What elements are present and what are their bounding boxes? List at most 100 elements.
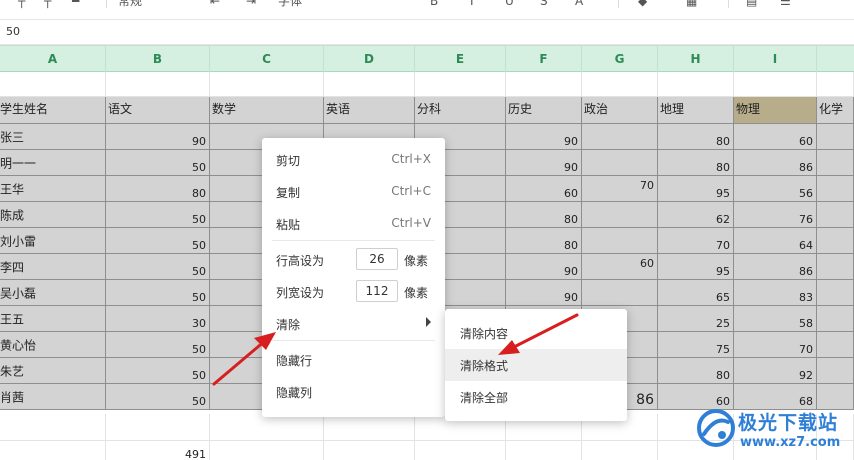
student-name-cell[interactable]: 王五 bbox=[0, 306, 106, 332]
column-header-j[interactable] bbox=[817, 46, 854, 72]
score-cell[interactable] bbox=[817, 124, 854, 150]
score-cell[interactable]: 50 bbox=[106, 280, 210, 306]
score-cell[interactable] bbox=[817, 358, 854, 384]
menu-item-row-height[interactable]: 行高设为 26 像素 bbox=[262, 244, 445, 276]
student-name-cell[interactable]: 张三 bbox=[0, 124, 106, 150]
strikethrough-icon[interactable]: S bbox=[540, 0, 548, 8]
menu-item-hide-col[interactable]: 隐藏列 bbox=[262, 376, 445, 408]
cell[interactable] bbox=[324, 441, 415, 460]
header-cell[interactable]: 分科 bbox=[415, 97, 506, 124]
menu-item-cut[interactable]: 剪切 Ctrl+X bbox=[262, 144, 445, 176]
column-header-b[interactable]: B bbox=[106, 46, 210, 72]
header-cell[interactable]: 化学 bbox=[817, 97, 854, 124]
score-cell[interactable]: 86 bbox=[734, 254, 817, 280]
cell[interactable] bbox=[0, 414, 106, 441]
menu-item-copy[interactable]: 复制 Ctrl+C bbox=[262, 176, 445, 208]
score-cell[interactable]: 90 bbox=[506, 254, 582, 280]
score-cell[interactable]: 80 bbox=[658, 150, 734, 176]
header-cell[interactable]: 学生姓名 bbox=[0, 97, 106, 124]
score-cell[interactable]: 60 bbox=[506, 176, 582, 202]
score-cell[interactable]: 50 bbox=[106, 332, 210, 358]
score-cell[interactable]: 86 bbox=[734, 150, 817, 176]
score-cell[interactable]: 75 bbox=[658, 332, 734, 358]
column-header-g[interactable]: G bbox=[582, 46, 658, 72]
score-cell[interactable]: 70 bbox=[658, 228, 734, 254]
header-cell[interactable]: 数学 bbox=[210, 97, 324, 124]
score-cell[interactable]: 90 bbox=[506, 124, 582, 150]
cell[interactable] bbox=[582, 72, 658, 97]
cell[interactable] bbox=[324, 72, 415, 97]
header-cell[interactable]: 物理 bbox=[734, 97, 817, 124]
number-format-dropdown[interactable]: 常规 bbox=[118, 0, 142, 8]
student-name-cell[interactable]: 肖茜 bbox=[0, 384, 106, 410]
header-cell[interactable]: 英语 bbox=[324, 97, 415, 124]
cell[interactable] bbox=[106, 414, 210, 441]
menu-item-col-width[interactable]: 列宽设为 112 像素 bbox=[262, 276, 445, 308]
cell[interactable] bbox=[415, 441, 506, 460]
font-family-dropdown[interactable]: 字体 bbox=[278, 0, 302, 8]
toolbar-icon[interactable]: ━ bbox=[72, 0, 79, 8]
column-header-i[interactable]: I bbox=[734, 46, 817, 72]
student-name-cell[interactable]: 明一一 bbox=[0, 150, 106, 176]
score-cell[interactable]: 50 bbox=[106, 228, 210, 254]
score-cell[interactable] bbox=[817, 202, 854, 228]
score-cell[interactable]: 58 bbox=[734, 306, 817, 332]
score-cell[interactable]: 50 bbox=[106, 358, 210, 384]
score-cell[interactable]: 80 bbox=[506, 202, 582, 228]
cell[interactable] bbox=[0, 441, 106, 460]
column-header-f[interactable]: F bbox=[506, 46, 582, 72]
student-name-cell[interactable]: 陈成 bbox=[0, 202, 106, 228]
score-cell[interactable]: 50 bbox=[106, 202, 210, 228]
score-cell[interactable]: 65 bbox=[658, 280, 734, 306]
cell[interactable] bbox=[210, 414, 324, 441]
header-cell[interactable]: 历史 bbox=[506, 97, 582, 124]
score-cell[interactable] bbox=[582, 150, 658, 176]
score-cell[interactable] bbox=[817, 176, 854, 202]
submenu-item-clear-format[interactable]: 清除格式 bbox=[445, 349, 627, 381]
cell[interactable] bbox=[106, 72, 210, 97]
formula-bar[interactable]: 50 bbox=[0, 21, 854, 45]
font-color-icon[interactable]: A bbox=[575, 0, 583, 8]
score-cell[interactable] bbox=[582, 228, 658, 254]
student-name-cell[interactable]: 黄心怡 bbox=[0, 332, 106, 358]
header-cell[interactable]: 语文 bbox=[106, 97, 210, 124]
score-cell[interactable]: 95 bbox=[658, 176, 734, 202]
cell[interactable] bbox=[734, 72, 817, 97]
cell[interactable] bbox=[582, 441, 658, 460]
fill-color-icon[interactable]: ◆ bbox=[638, 0, 647, 8]
score-cell[interactable]: 56 bbox=[734, 176, 817, 202]
score-cell[interactable] bbox=[817, 254, 854, 280]
cell[interactable] bbox=[506, 441, 582, 460]
submenu-item-clear-all[interactable]: 清除全部 bbox=[445, 381, 627, 413]
toolbar-icon[interactable]: ⇥ bbox=[246, 0, 256, 8]
cell[interactable] bbox=[506, 72, 582, 97]
cell[interactable] bbox=[210, 441, 324, 460]
score-cell[interactable]: 80 bbox=[506, 228, 582, 254]
cell[interactable] bbox=[210, 72, 324, 97]
score-cell[interactable] bbox=[817, 150, 854, 176]
score-cell[interactable] bbox=[582, 124, 658, 150]
score-cell[interactable] bbox=[817, 280, 854, 306]
toolbar-icon[interactable]: ┬ bbox=[18, 0, 25, 8]
score-cell[interactable]: 80 bbox=[658, 124, 734, 150]
cell[interactable] bbox=[0, 72, 106, 97]
score-cell[interactable]: 30 bbox=[106, 306, 210, 332]
merge-icon[interactable]: ▤ bbox=[746, 0, 757, 8]
score-cell[interactable]: 83 bbox=[734, 280, 817, 306]
score-cell[interactable] bbox=[817, 332, 854, 358]
score-cell[interactable]: 80 bbox=[658, 358, 734, 384]
total-cell[interactable]: 491 bbox=[106, 441, 210, 460]
student-name-cell[interactable]: 刘小雷 bbox=[0, 228, 106, 254]
score-cell[interactable] bbox=[582, 202, 658, 228]
col-width-input[interactable]: 112 bbox=[356, 280, 398, 302]
header-cell[interactable]: 政治 bbox=[582, 97, 658, 124]
column-header-d[interactable]: D bbox=[324, 46, 415, 72]
score-cell[interactable]: 25 bbox=[658, 306, 734, 332]
score-cell[interactable]: 62 bbox=[658, 202, 734, 228]
score-cell[interactable]: 92 bbox=[734, 358, 817, 384]
bold-icon[interactable]: B bbox=[430, 0, 438, 8]
score-cell[interactable]: 76 bbox=[734, 202, 817, 228]
column-header-e[interactable]: E bbox=[415, 46, 506, 72]
cell[interactable] bbox=[817, 72, 854, 97]
score-cell[interactable]: 64 bbox=[734, 228, 817, 254]
